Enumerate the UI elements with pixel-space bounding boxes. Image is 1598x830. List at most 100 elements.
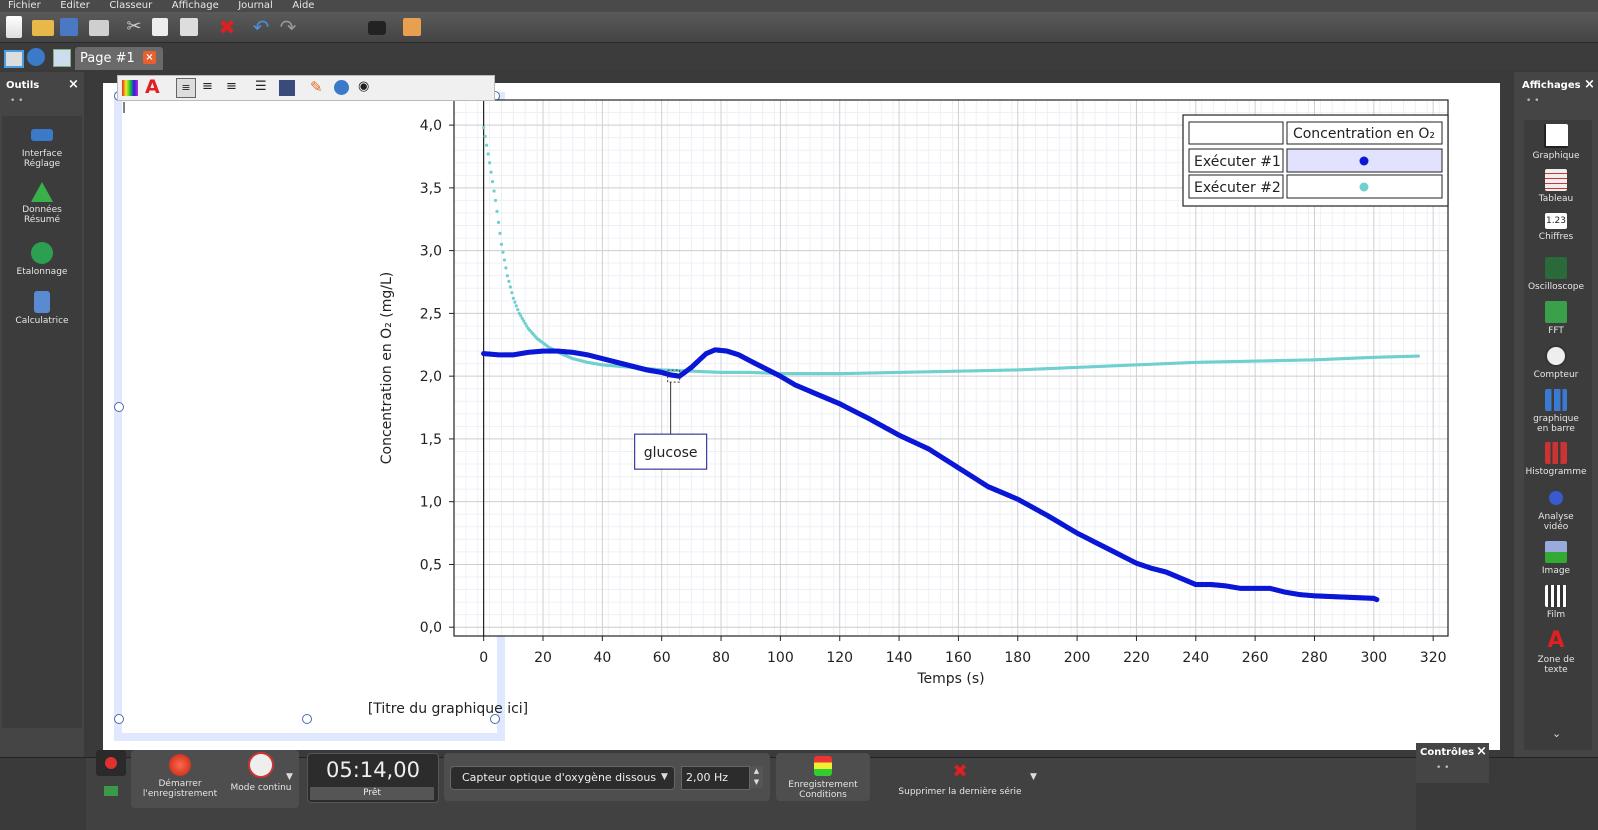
save-icon[interactable] <box>60 18 78 36</box>
calibration-icon <box>31 242 53 264</box>
text-format-toolbar: A ≡ ≡ ≡ ☰ ✎ ◉ <box>117 75 495 101</box>
start-recording-button[interactable]: Démarrer l'enregistrement <box>140 754 220 799</box>
tool-donnees-resume[interactable]: Données Résumé <box>2 182 82 225</box>
display-film[interactable]: Film <box>1522 585 1590 620</box>
tab-close-icon[interactable]: × <box>143 51 156 64</box>
graph-display[interactable]: 0 20 40 60 80 100 120 140 160 180 200 220 240 260 280 3… <box>103 83 1500 750</box>
conditions-label: Enregistrement Conditions <box>788 780 858 800</box>
insert-image-icon[interactable] <box>279 80 295 96</box>
data-point <box>514 304 518 308</box>
displays-panel-title: Affichages <box>1522 80 1581 91</box>
displays-panel-grip-icon[interactable]: • • <box>1526 96 1539 106</box>
settings-gear-icon[interactable] <box>27 48 45 66</box>
layout-icon[interactable] <box>403 18 421 36</box>
display-graphique[interactable]: Graphique <box>1522 124 1590 161</box>
data-point <box>489 170 493 174</box>
print-icon[interactable] <box>89 20 109 36</box>
data-point <box>483 134 487 139</box>
display-label: Film <box>1546 610 1566 620</box>
tab-page-1[interactable]: Page #1 × <box>75 47 163 70</box>
scroll-down-icon[interactable]: ⌄ <box>1552 727 1561 740</box>
y-tick-label: 1,0 <box>420 495 442 511</box>
data-summary-icon <box>31 182 53 202</box>
start-recording-icon <box>169 754 191 776</box>
open-folder-icon[interactable] <box>32 20 54 36</box>
recording-conditions-button[interactable]: Enregistrement Conditions <box>776 756 870 800</box>
display-histogramme[interactable]: Histogramme <box>1522 442 1590 477</box>
display-analyse-video[interactable]: Analyse vidéo <box>1522 487 1590 532</box>
textbox-icon: A <box>1547 628 1565 653</box>
display-tableau[interactable]: Tableau <box>1522 169 1590 204</box>
delete-last-series-button[interactable]: ✖ Supprimer la dernière série <box>880 761 1040 798</box>
align-right-icon[interactable]: ≡ <box>226 79 237 94</box>
mode-dropdown-icon[interactable]: ▼ <box>286 772 293 782</box>
eye-icon[interactable]: ◉ <box>358 79 369 94</box>
x-tick-label: 300 <box>1360 650 1387 666</box>
controls-panel-close-icon[interactable]: × <box>1476 744 1487 759</box>
tools-panel-grip-icon[interactable]: • • <box>10 96 23 106</box>
bar-graph-icon <box>1545 389 1567 411</box>
menu-classeur[interactable]: Classeur <box>109 1 152 11</box>
display-fft[interactable]: FFT <box>1522 301 1590 336</box>
display-image[interactable]: Image <box>1522 541 1590 576</box>
tool-label: Etalonnage <box>16 267 68 277</box>
sheet-icon[interactable] <box>53 49 71 67</box>
graph-icon <box>1544 124 1568 148</box>
copy-icon[interactable] <box>152 18 168 36</box>
control-bar: Démarrer l'enregistrement Mode continu ▼… <box>0 743 1598 830</box>
x-tick-label: 220 <box>1123 650 1150 666</box>
menu-aide[interactable]: Aide <box>292 1 314 11</box>
data-point <box>510 291 514 295</box>
tab-page-label: Page #1 <box>80 51 135 66</box>
undo-icon[interactable]: ↶ <box>250 16 272 38</box>
options-gear-icon[interactable] <box>334 80 349 95</box>
legend[interactable]: Concentration en O₂ Exécuter #1 Exécuter… <box>1182 114 1449 207</box>
tool-calculatrice[interactable]: Calculatrice <box>2 291 82 326</box>
display-chiffres[interactable]: 1.23 Chiffres <box>1522 213 1590 242</box>
sample-rate-stepper[interactable]: ▲ ▼ <box>750 766 763 788</box>
data-point <box>516 308 520 312</box>
data-point <box>504 266 508 270</box>
align-center-icon[interactable]: ≡ <box>202 79 213 94</box>
delete-series-icon: ✖ <box>952 761 968 782</box>
controls-panel-title: Contrôles <box>1420 747 1475 758</box>
record-mini-button[interactable] <box>96 750 126 776</box>
data-point <box>492 189 496 193</box>
color-icon[interactable] <box>122 80 138 96</box>
menu-fichier[interactable]: Fichier <box>8 1 41 11</box>
bullet-list-icon[interactable]: ☰ <box>255 79 267 94</box>
sample-rate-field[interactable]: 2,00 Hz <box>681 766 750 790</box>
display-oscilloscope[interactable]: Oscilloscope <box>1522 257 1590 292</box>
sensor-dropdown-icon: ▼ <box>661 772 668 782</box>
displays-panel-close-icon[interactable]: × <box>1584 77 1595 92</box>
table-icon <box>1545 169 1567 191</box>
text-box-frame[interactable] <box>114 92 505 741</box>
display-graphique-en-barre[interactable]: graphique en barre <box>1522 389 1590 434</box>
paste-icon[interactable] <box>180 18 198 36</box>
data-point <box>486 152 490 156</box>
display-zone-de-texte[interactable]: A Zone de texte <box>1522 628 1590 676</box>
redo-icon[interactable]: ↷ <box>277 16 299 38</box>
x-tick-label: 20 <box>534 650 552 666</box>
delete-dropdown-icon[interactable]: ▼ <box>1030 772 1037 782</box>
sensor-select[interactable]: Capteur optique d'oxygène dissous ▼ <box>450 766 675 790</box>
menu-affichage[interactable]: Affichage <box>172 1 219 11</box>
tool-etalonnage[interactable]: Etalonnage <box>2 242 82 277</box>
camera-icon[interactable] <box>368 21 386 35</box>
delete-icon[interactable]: ✖ <box>216 16 238 38</box>
cut-icon[interactable]: ✂ <box>124 16 144 38</box>
controls-panel-grip-icon[interactable]: • • <box>1436 763 1449 773</box>
menu-editer[interactable]: Editer <box>60 1 90 11</box>
menu-journal[interactable]: Journal <box>238 1 273 11</box>
tool-interface-reglage[interactable]: Interface Réglage <box>2 124 82 169</box>
small-chart-icon[interactable] <box>104 786 118 796</box>
pin-icon[interactable]: ✎ <box>310 78 323 96</box>
tools-panel-close-icon[interactable]: × <box>68 77 79 92</box>
font-icon[interactable]: A <box>145 76 160 98</box>
chart-title[interactable]: [Titre du graphique ici] <box>368 701 528 717</box>
timer-display: 05:14,00 <box>326 758 420 782</box>
new-file-icon[interactable] <box>6 16 22 38</box>
display-compteur[interactable]: Compteur <box>1522 345 1590 380</box>
align-left-icon[interactable]: ≡ <box>176 78 196 98</box>
window-icon[interactable] <box>4 50 24 68</box>
